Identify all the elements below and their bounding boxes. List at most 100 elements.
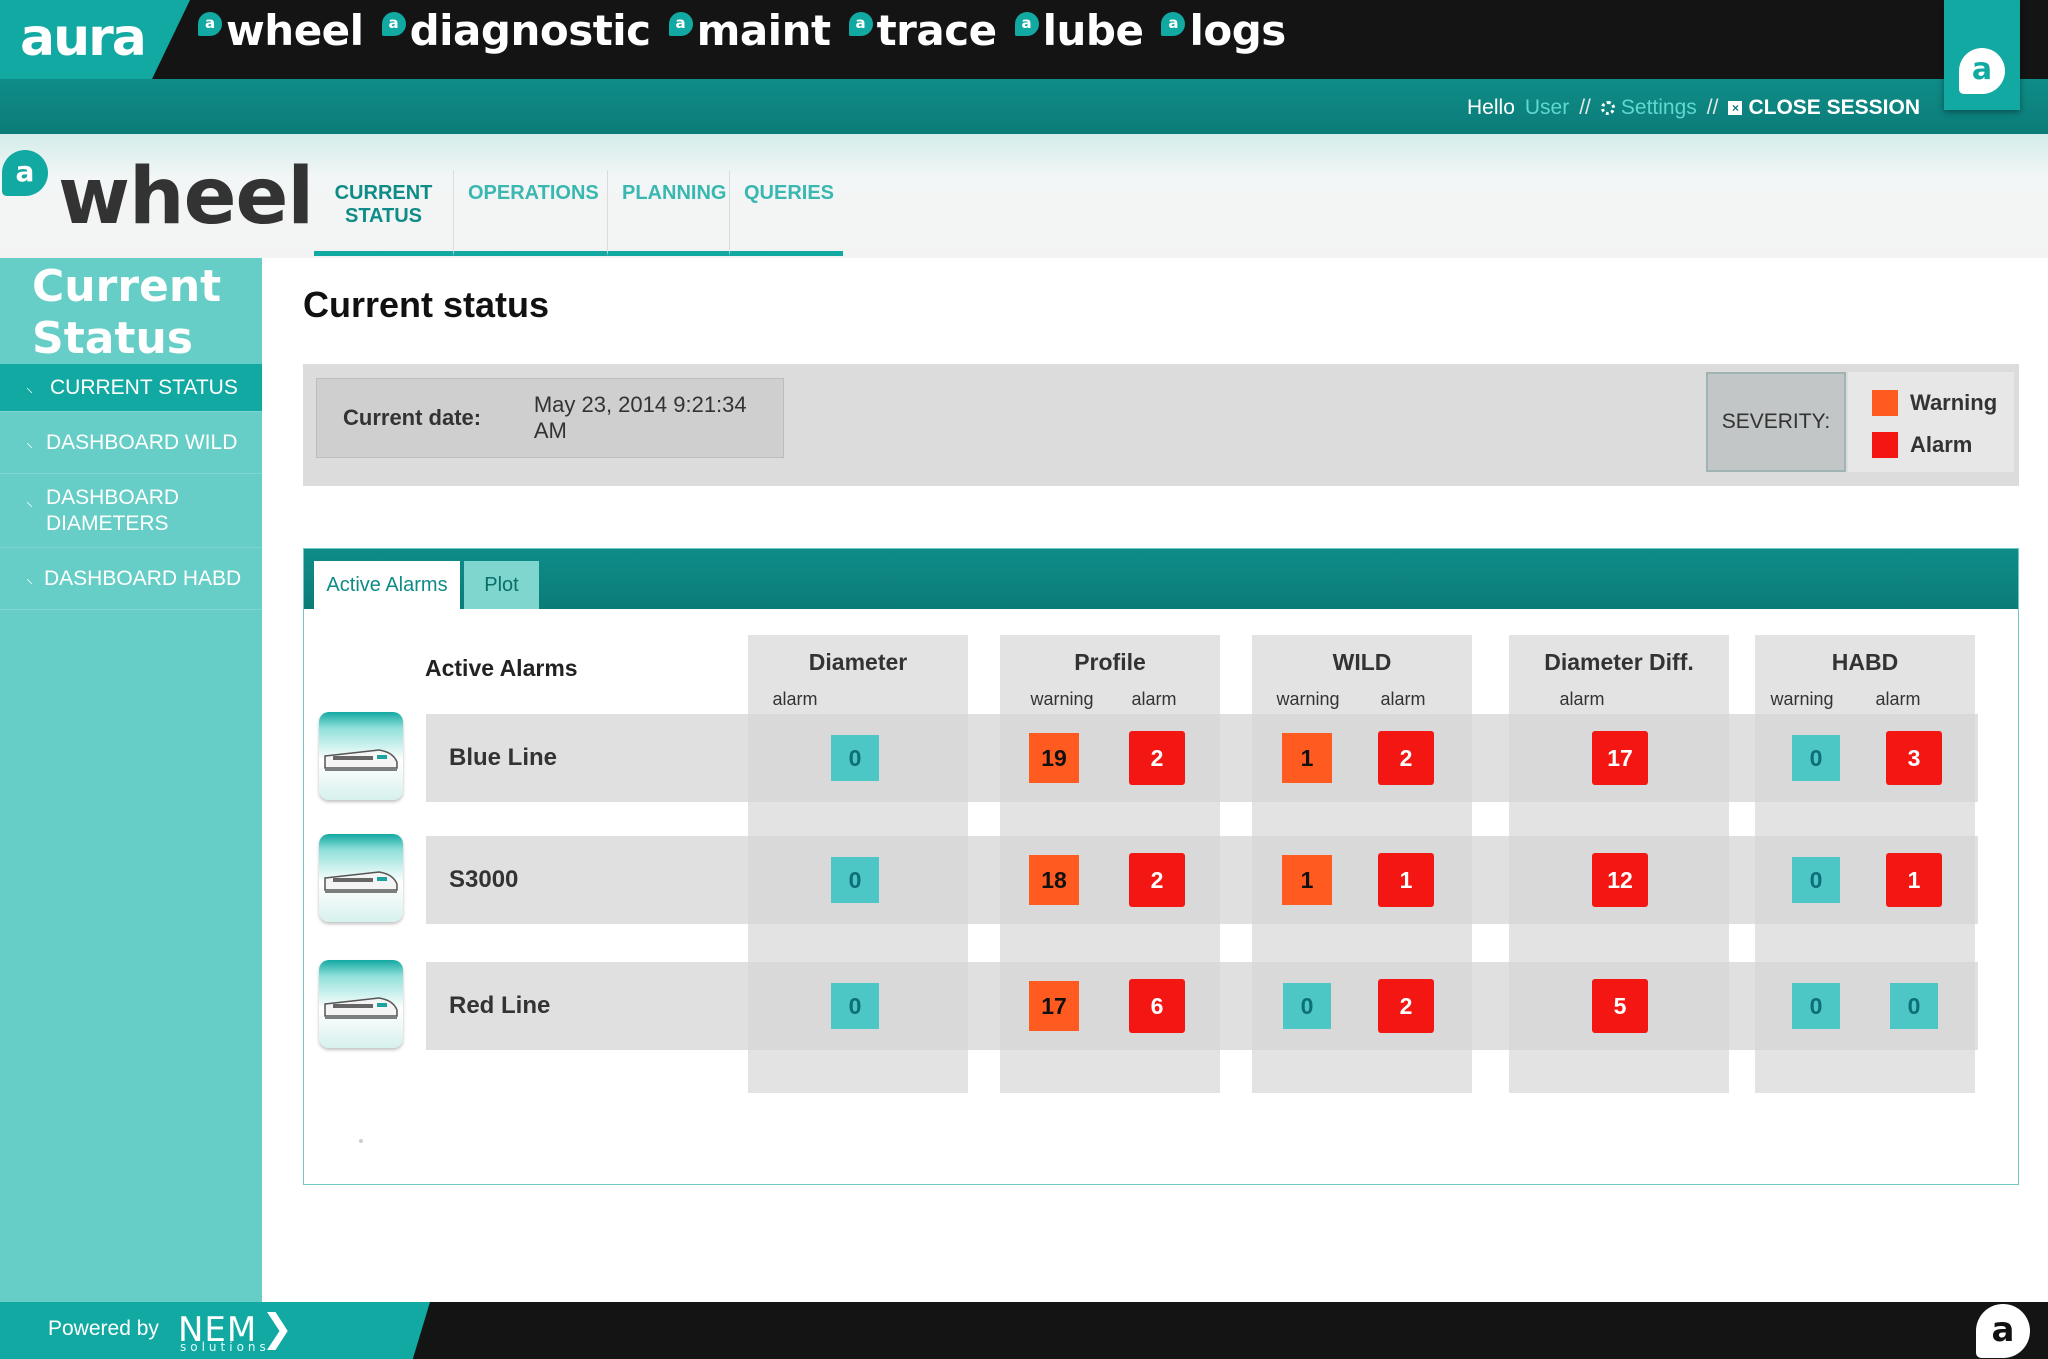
current-date-label: Current date: [343,405,482,430]
close-session-label: CLOSE SESSION [1748,96,1920,119]
warning-count-badge[interactable]: 1 [1282,733,1332,783]
ok-count-badge[interactable]: 0 [1283,983,1331,1029]
train-icon[interactable] [319,960,403,1048]
tab-plot[interactable]: Plot [464,561,539,609]
aura-a-icon: a [1014,12,1039,36]
warning-count-badge[interactable]: 1 [1282,855,1332,905]
bullet-icon: ⸜ [26,434,33,450]
nav-diagnostic[interactable]: a diagnostic [381,6,651,55]
ok-count-badge[interactable]: 0 [831,857,879,903]
alarm-count-badge[interactable]: 3 [1886,731,1942,785]
active-alarms-panel: Active Alarms Plot Active Alarms Diamete… [303,548,2019,1185]
aura-logo[interactable]: aura [0,0,190,79]
sidebar-item-dashboard-habd[interactable]: ⸜ DASHBOARD HABD [0,548,262,610]
ok-count-badge[interactable]: 0 [831,983,879,1029]
train-icon[interactable] [319,834,403,922]
footer-brand-area: Powered by NEM solutions ❯ [0,1302,430,1359]
ok-count-badge[interactable]: 0 [1792,857,1840,903]
active-alarms-title: Active Alarms [425,655,578,681]
tab-queries[interactable]: QUERIES [730,170,843,256]
severity-label: SEVERITY: [1706,372,1846,472]
row-line-name: Blue Line [449,744,558,771]
current-date-box: Current date: May 23, 2014 9:21:34 AM [316,378,784,458]
warning-count-badge[interactable]: 18 [1029,855,1079,905]
train-icon[interactable] [319,712,403,800]
tab-active-alarms[interactable]: Active Alarms [314,561,460,609]
module-tabs: CURRENT STATUS OPERATIONS PLANNING QUERI… [314,170,843,256]
sidebar-item-label: DASHBOARD DIAMETERS [46,485,180,535]
sidebar-item-dashboard-wild[interactable]: ⸜ DASHBOARD WILD [0,412,262,474]
ok-count-badge[interactable]: 0 [1792,983,1840,1029]
ok-count-badge[interactable]: 0 [1792,735,1840,781]
hello-text: Hello [1467,96,1515,119]
module-title: wheel [58,152,314,242]
legend-alarm: Alarm [1872,432,1972,458]
nav-label: logs [1189,6,1286,55]
aura-badge: a [1944,0,2020,110]
alarm-count-badge[interactable]: 2 [1129,731,1185,785]
alarm-swatch [1872,432,1898,458]
sidebar-title: Current Status [32,261,222,364]
alarm-count-badge[interactable]: 2 [1129,853,1185,907]
bullet-icon: ⸜ [26,379,33,395]
nem-logo-sub: solutions [180,1340,270,1354]
legend-label: Alarm [1910,432,1973,457]
close-session-button[interactable]: × CLOSE SESSION [1728,96,1920,120]
nem-logo[interactable]: NEM solutions ❯ [178,1306,294,1354]
alarm-count-badge[interactable]: 2 [1378,979,1434,1033]
user-name[interactable]: User [1525,96,1569,120]
column-subheader: alarm [1131,689,1177,709]
column-header: Profile [1074,649,1146,675]
tab-current-status[interactable]: CURRENT STATUS [314,170,454,256]
aura-a-icon: a [1959,48,2005,94]
sidebar: Current Status ⸜ CURRENT STATUS ⸜ DASHBOAR… [0,258,262,1302]
nav-trace[interactable]: a trace [848,6,997,55]
aura-a-icon: a [198,12,222,36]
aura-a-icon: a [1161,12,1186,36]
bullet-icon: ⸜ [26,570,33,586]
alarm-count-badge[interactable]: 2 [1378,731,1434,785]
sidebar-item-current-status[interactable]: ⸜ CURRENT STATUS [0,364,262,412]
column-header: Diameter [808,649,908,675]
powered-by-label: Powered by [48,1317,159,1340]
alarm-count-badge[interactable]: 1 [1886,853,1942,907]
row-line-name: Red Line [449,992,551,1019]
separator: // [1579,96,1591,119]
column-subheader: alarm [1875,689,1921,709]
logo-text: aura [20,8,147,68]
nav-label: wheel [226,6,364,55]
nav-wheel[interactable]: a wheel [198,6,364,55]
ok-count-badge[interactable]: 0 [831,735,879,781]
top-bar: aura a wheel a diagnostic a maint a trace al… [0,0,2048,79]
settings-link[interactable]: Settings [1600,96,1697,120]
aura-a-icon: a [381,12,406,36]
nav-maint[interactable]: a maint [668,6,831,55]
settings-label: Settings [1620,96,1697,119]
legend-warning: Warning [1872,390,1997,416]
aura-a-icon: a [1976,1304,2030,1358]
current-date-value: May 23, 2014 9:21:34 AM [533,392,747,443]
tab-planning[interactable]: PLANNING [608,170,730,256]
column-subheader: alarm [772,689,818,709]
sidebar-item-dashboard-diameters[interactable]: ⸜ DASHBOARD DIAMETERS [0,474,262,548]
aura-a-icon: a [848,12,873,36]
tab-operations[interactable]: OPERATIONS [454,170,608,256]
footer: Powered by NEM solutions ❯ [0,1302,2048,1359]
alarm-count-badge[interactable]: 12 [1592,853,1648,907]
alarm-count-badge[interactable]: 17 [1592,731,1648,785]
row-line-name: S3000 [449,866,519,893]
warning-count-badge[interactable]: 19 [1029,733,1079,783]
ok-count-badge[interactable]: 0 [1890,983,1938,1029]
alarm-count-badge[interactable]: 1 [1378,853,1434,907]
alarm-count-badge[interactable]: 6 [1129,979,1185,1033]
user-info: Hello User // Settings // × CLOSE SESSION [1467,96,1920,120]
nav-logs[interactable]: a logs [1161,6,1286,55]
alarm-count-badge[interactable]: 5 [1592,979,1648,1033]
bullet-icon: ⸜ [26,493,33,509]
aura-a-icon: a [2,150,48,196]
nav-lube[interactable]: a lube [1014,6,1144,55]
nav-label: maint [696,6,831,55]
status-header-panel: Current date: May 23, 2014 9:21:34 AM SE… [303,364,2019,486]
nav-label: lube [1042,6,1144,55]
warning-count-badge[interactable]: 17 [1029,981,1079,1031]
